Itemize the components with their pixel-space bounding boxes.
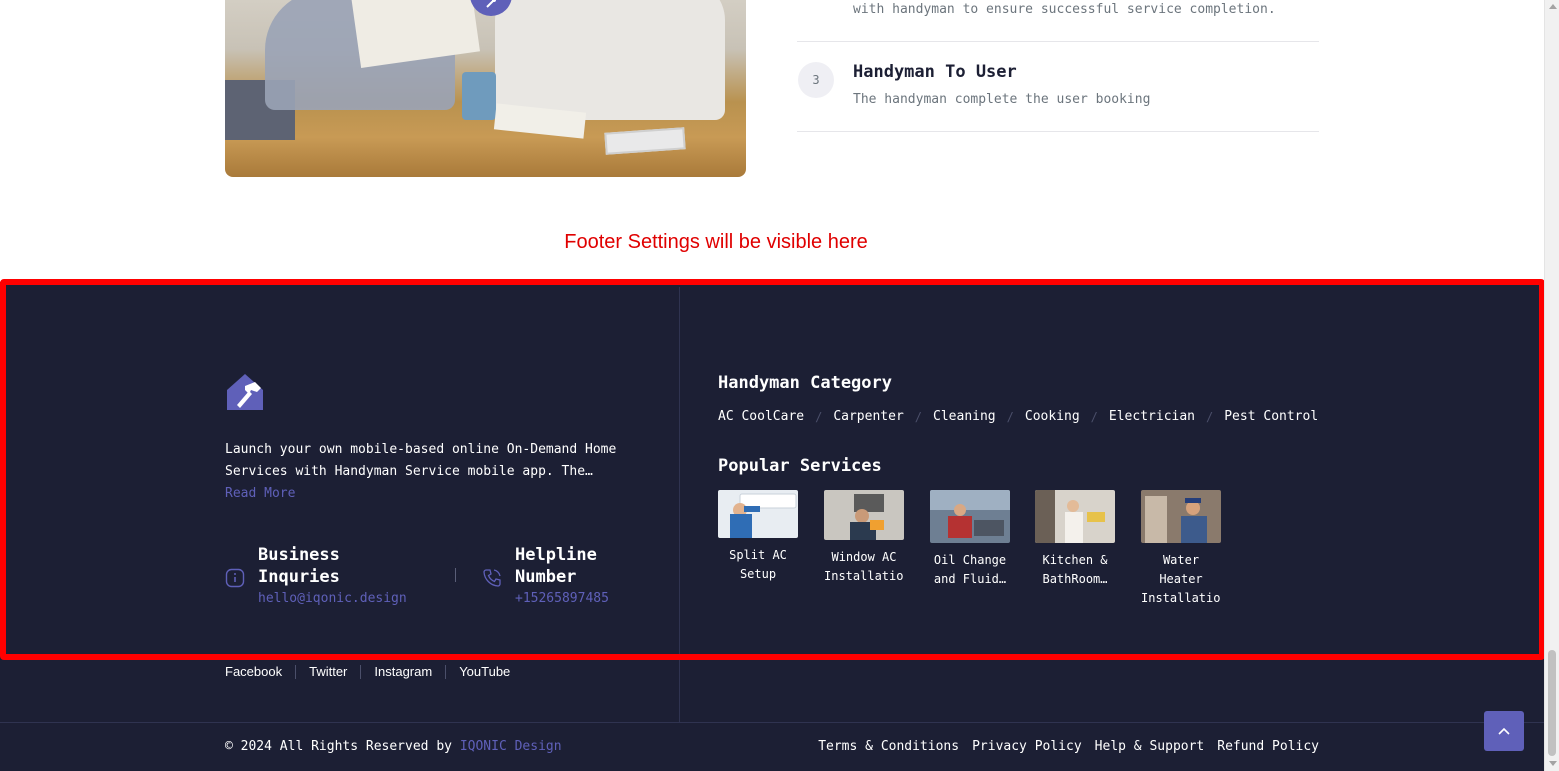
iqonic-design-link[interactable]: IQONIC Design xyxy=(460,739,562,754)
scrollbar-thumb[interactable] xyxy=(1548,650,1556,756)
service-card[interactable]: Split AC Setup xyxy=(718,490,798,584)
youtube-link[interactable]: YouTube xyxy=(459,664,510,679)
how-it-works-image xyxy=(225,0,746,177)
step-divider xyxy=(797,131,1319,132)
popular-services-title: Popular Services xyxy=(718,456,882,476)
service-card[interactable]: Window AC Installation xyxy=(824,490,904,586)
service-label: Split AC Setup xyxy=(729,548,787,581)
previous-step-description: with handyman to ensure successful servi… xyxy=(853,2,1276,17)
page-scrollbar[interactable] xyxy=(1544,0,1559,771)
handyman-logo-icon[interactable] xyxy=(225,372,265,412)
social-links: Facebook Twitter Instagram YouTube xyxy=(225,664,510,679)
step-divider xyxy=(797,41,1319,42)
service-label: Kitchen & BathRoom… xyxy=(1042,553,1108,586)
business-email-link[interactable]: hello@iqonic.design xyxy=(258,591,407,606)
service-thumbnail xyxy=(718,490,798,538)
category-separator: / xyxy=(1206,409,1214,424)
legal-links: Terms & Conditions Privacy Policy Help &… xyxy=(805,739,1319,754)
privacy-policy-link[interactable]: Privacy Policy xyxy=(972,739,1082,754)
footer-column-divider xyxy=(679,287,680,722)
help-support-link[interactable]: Help & Support xyxy=(1095,739,1205,754)
category-link[interactable]: Cooking xyxy=(1025,409,1080,424)
category-separator: / xyxy=(1090,409,1098,424)
terms-link[interactable]: Terms & Conditions xyxy=(818,739,959,754)
read-more-link[interactable]: Read More xyxy=(225,486,295,501)
category-separator: / xyxy=(815,409,823,424)
service-thumbnail xyxy=(1035,490,1115,543)
footer-about-text: Launch your own mobile-based online On-D… xyxy=(225,442,617,479)
category-link[interactable]: AC CoolCare xyxy=(718,409,804,424)
service-card[interactable]: Water Heater Installation xyxy=(1141,490,1221,608)
step-title: Handyman To User xyxy=(853,62,1017,82)
category-link[interactable]: Carpenter xyxy=(833,409,903,424)
service-label: Water Heater Installation xyxy=(1141,553,1221,605)
copyright: © 2024 All Rights Reserved by IQONIC Des… xyxy=(225,739,562,754)
back-to-top-button[interactable] xyxy=(1484,711,1524,751)
step-description: The handyman complete the user booking xyxy=(853,92,1151,107)
twitter-link[interactable]: Twitter xyxy=(309,664,347,679)
service-thumbnail xyxy=(824,490,904,540)
service-thumbnail xyxy=(1141,490,1221,543)
category-link[interactable]: Cleaning xyxy=(933,409,996,424)
copyright-text: © 2024 All Rights Reserved by xyxy=(225,739,452,754)
scroll-up-arrow-icon[interactable] xyxy=(1549,4,1557,9)
service-card[interactable]: Kitchen & BathRoom… xyxy=(1035,490,1115,589)
refund-policy-link[interactable]: Refund Policy xyxy=(1217,739,1319,754)
category-separator: / xyxy=(1006,409,1014,424)
phone-icon xyxy=(483,569,501,587)
service-label: Oil Change and Fluid… xyxy=(933,553,1007,586)
handyman-category-title: Handyman Category xyxy=(718,373,892,393)
instagram-link[interactable]: Instagram xyxy=(374,664,432,679)
footer-settings-notice: Footer Settings will be visible here xyxy=(564,231,868,253)
business-inquiries-title: Business Inquries xyxy=(258,545,340,587)
category-separator: / xyxy=(914,409,923,424)
category-links: AC CoolCare / Carpenter / Cleaning / Cookin… xyxy=(718,409,1318,424)
facebook-link[interactable]: Facebook xyxy=(225,664,282,679)
step-number: 3 xyxy=(798,62,834,98)
category-link[interactable]: Pest Control xyxy=(1224,409,1318,424)
service-thumbnail xyxy=(930,490,1010,543)
scroll-down-arrow-icon[interactable] xyxy=(1549,761,1557,766)
service-card[interactable]: Oil Change and Fluid… xyxy=(930,490,1010,589)
helpline-phone-link[interactable]: +15265897485 xyxy=(515,591,609,606)
play-icon xyxy=(486,0,496,8)
helpline-title: Helpline Number xyxy=(515,545,597,587)
category-link[interactable]: Electrician xyxy=(1109,409,1195,424)
contact-separator xyxy=(455,568,456,582)
footer-bottom-divider xyxy=(0,722,1544,723)
chevron-up-icon xyxy=(1498,727,1510,735)
service-label: Window AC Installation xyxy=(824,550,904,583)
info-icon xyxy=(225,568,245,588)
